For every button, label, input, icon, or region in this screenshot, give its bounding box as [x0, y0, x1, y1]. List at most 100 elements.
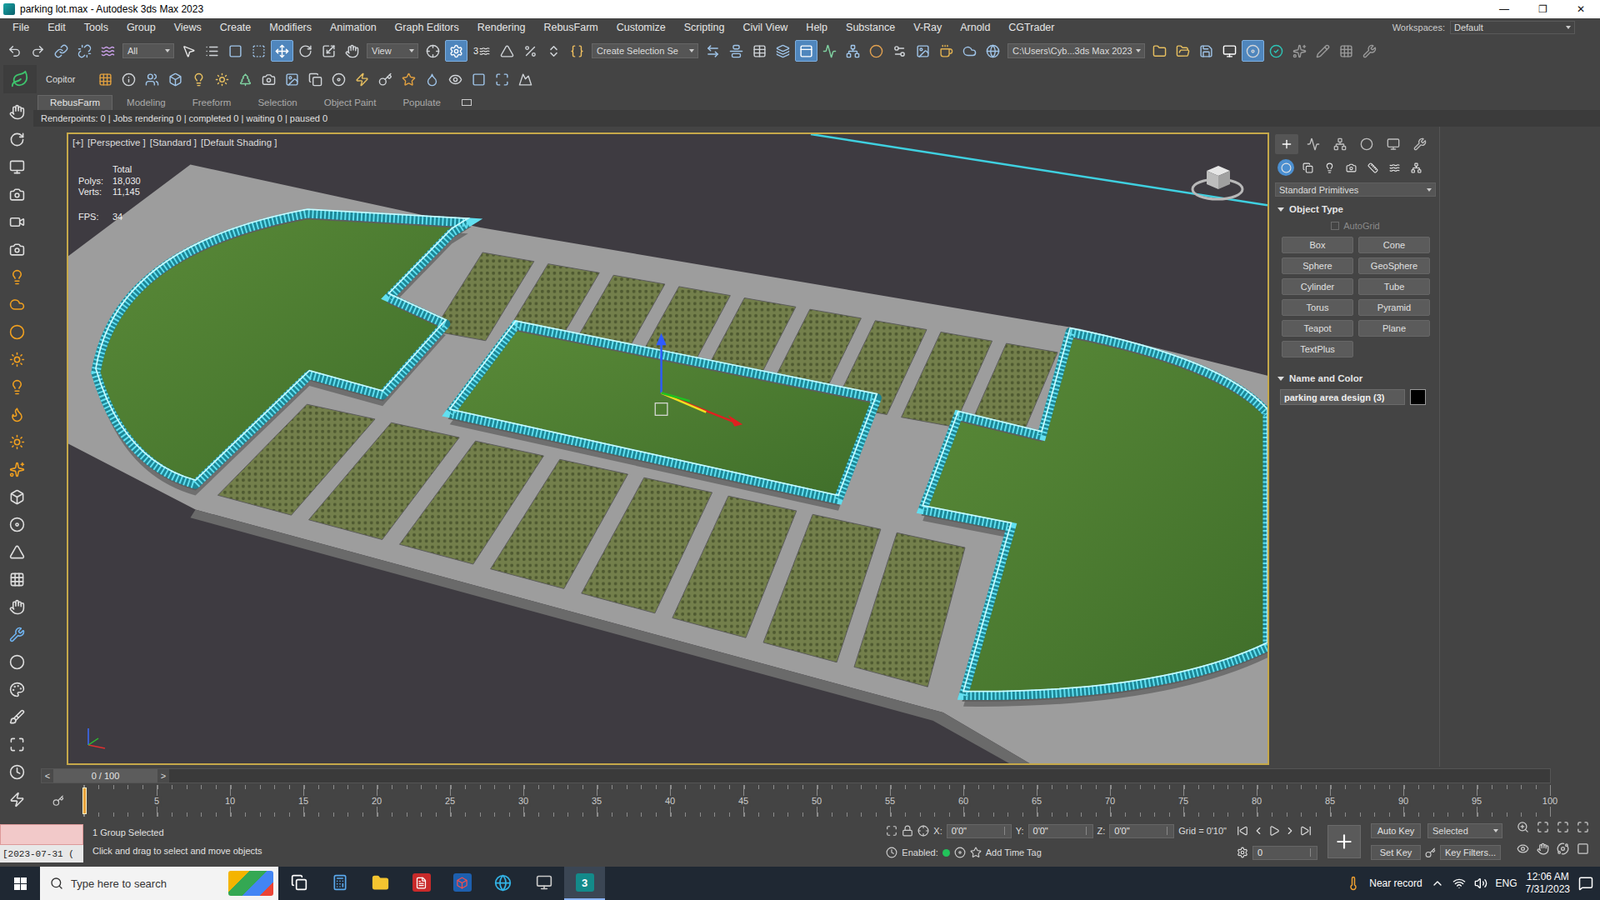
start-button[interactable]	[0, 866, 40, 900]
viewport-label[interactable]: [+]	[72, 137, 84, 148]
toolbar-button[interactable]	[96, 40, 120, 62]
panel-tab[interactable]	[1275, 134, 1299, 155]
toolbar-button[interactable]	[117, 68, 140, 90]
category-dropdown[interactable]: Standard Primitives	[1275, 182, 1436, 197]
toolbar-dropdown[interactable]: All	[122, 43, 175, 59]
panel-tab[interactable]	[1355, 134, 1379, 155]
lock-icon[interactable]	[901, 825, 914, 837]
panel-tab[interactable]	[1381, 134, 1405, 155]
coord-field[interactable]: 0'0"	[1109, 824, 1175, 839]
toolbar-button[interactable]	[1241, 40, 1265, 62]
isolate-icon[interactable]	[885, 825, 898, 837]
time-slider-thumb[interactable]: 0 / 100	[53, 769, 158, 783]
next-key-icon[interactable]	[1284, 825, 1296, 837]
toggle-icon[interactable]	[954, 846, 966, 859]
strip-button[interactable]	[0, 98, 34, 126]
weather-icon[interactable]	[1345, 875, 1361, 891]
color-swatch[interactable]	[1410, 389, 1426, 405]
strip-button[interactable]	[0, 648, 34, 676]
window-control[interactable]: —	[1485, 0, 1524, 19]
primitive-button[interactable]: Teapot	[1281, 320, 1354, 337]
coord-field[interactable]: 0'0"	[1028, 824, 1094, 839]
strip-button[interactable]	[0, 153, 34, 181]
toolbar-button[interactable]	[1335, 40, 1358, 62]
toolbar-button[interactable]	[421, 40, 445, 62]
workspace-select[interactable]: Default	[1450, 20, 1575, 35]
strip-button[interactable]	[0, 180, 34, 209]
toolbar-button[interactable]	[444, 68, 467, 90]
toolbar-button[interactable]	[210, 68, 234, 90]
menu-item[interactable]: Create	[210, 21, 261, 34]
taskbar-app[interactable]: 3	[564, 866, 605, 900]
menu-item[interactable]: Modifiers	[260, 21, 321, 34]
toolbar-button[interactable]	[467, 68, 490, 90]
tray-chevron-icon[interactable]	[1430, 876, 1445, 890]
category-tab[interactable]	[1405, 157, 1427, 178]
toolbar-button[interactable]	[935, 40, 958, 62]
ground-slab[interactable]	[68, 165, 1268, 764]
prev-frame-button[interactable]: <	[41, 769, 54, 783]
menu-item[interactable]: RebusFarm	[534, 21, 607, 34]
toolbar-button[interactable]	[495, 40, 519, 62]
category-tab[interactable]	[1275, 157, 1297, 178]
time-config-icon[interactable]	[1236, 846, 1249, 859]
window-control[interactable]: ✕	[1561, 0, 1600, 19]
toolbar-button[interactable]	[270, 40, 294, 62]
play-icon[interactable]	[1268, 825, 1280, 837]
toolbar-button[interactable]	[490, 68, 514, 90]
menu-item[interactable]: File	[3, 21, 39, 34]
toolbar-button[interactable]	[350, 68, 374, 90]
strip-button[interactable]	[0, 263, 34, 291]
toolbar-button[interactable]	[200, 40, 224, 62]
taskbar-app[interactable]	[482, 866, 524, 900]
key-mode-dropdown[interactable]: Selected	[1427, 823, 1503, 839]
toolbar-button[interactable]	[374, 68, 397, 90]
frame-field[interactable]: 0	[1252, 845, 1318, 860]
primitive-button[interactable]: Tube	[1358, 278, 1430, 295]
toolbar-button[interactable]	[725, 40, 748, 62]
ribbon-tab[interactable]: Object Paint	[311, 95, 390, 110]
primitive-button[interactable]: Box	[1281, 236, 1354, 254]
toolbar-button[interactable]	[1218, 40, 1241, 62]
nav-icon[interactable]	[1516, 820, 1530, 834]
toolbar-button[interactable]	[3, 65, 37, 94]
menu-item[interactable]: Views	[165, 21, 211, 34]
window-control[interactable]: ❐	[1523, 0, 1562, 19]
enabled-toggle[interactable]	[942, 849, 950, 857]
toolbar-button[interactable]	[911, 40, 935, 62]
strip-button[interactable]	[0, 675, 34, 704]
panel-tab[interactable]	[1301, 134, 1325, 155]
toolbar-button[interactable]	[327, 68, 350, 90]
goto-end-icon[interactable]	[1300, 825, 1312, 837]
primitive-button[interactable]: Cylinder	[1281, 278, 1354, 295]
snap-toggle[interactable]: 3	[468, 40, 495, 62]
fence[interactable]	[95, 209, 469, 485]
ribbon-tab[interactable]: RebusFarm	[37, 95, 113, 110]
primitive-button[interactable]: Cone	[1358, 236, 1430, 254]
toolbar-button[interactable]	[1311, 40, 1335, 62]
panel-tab[interactable]	[1328, 134, 1352, 155]
strip-button[interactable]	[0, 455, 34, 484]
set-key-button[interactable]	[1327, 825, 1361, 859]
strip-button[interactable]	[0, 290, 34, 319]
primitive-button[interactable]: GeoSphere	[1358, 257, 1430, 275]
menu-item[interactable]: CGTrader	[999, 21, 1064, 34]
strip-button[interactable]	[0, 758, 34, 786]
key-icon[interactable]	[1425, 847, 1436, 859]
strip-button[interactable]	[0, 538, 34, 566]
primitive-button[interactable]: Plane	[1358, 320, 1430, 337]
time-icon[interactable]	[885, 846, 898, 859]
toolbar-button[interactable]	[224, 40, 247, 62]
nav-icon[interactable]	[1536, 820, 1550, 834]
coord-field[interactable]: 0'0"	[946, 824, 1012, 839]
ribbon-tab[interactable]: Populate	[390, 95, 453, 110]
menu-item[interactable]: Edit	[38, 21, 75, 34]
toolbar-dropdown[interactable]: C:\Users\Cyb...3ds Max 2023	[1007, 43, 1145, 59]
menu-item[interactable]: Help	[796, 21, 837, 34]
key-filters-button[interactable]: Key Filters...	[1440, 845, 1501, 860]
primitive-button[interactable]: Torus	[1281, 299, 1354, 316]
toolbar-dropdown[interactable]: Create Selection Se	[591, 43, 699, 59]
next-frame-button[interactable]: >	[157, 769, 170, 783]
strip-button[interactable]	[0, 703, 34, 731]
toolbar-button[interactable]	[542, 40, 565, 62]
